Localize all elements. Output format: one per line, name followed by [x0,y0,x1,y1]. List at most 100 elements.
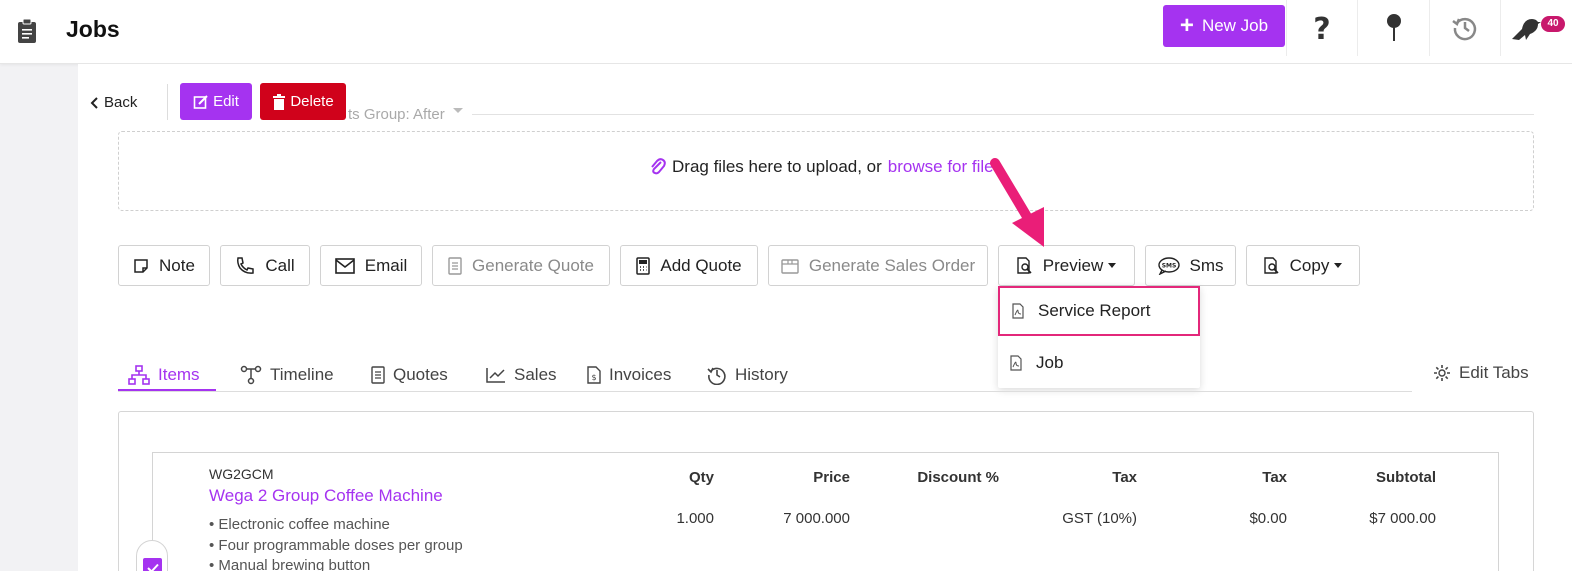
call-label: Call [265,255,295,275]
notification-badge: 40 [1541,16,1565,32]
tab-label: Invoices [609,365,672,384]
plus-icon: + [1179,12,1194,39]
item-feature: • Manual brewing button [209,557,371,571]
divider [1500,0,1501,56]
hierarchy-icon [128,365,150,385]
item-code: WG2GCM [209,466,274,482]
note-icon [134,258,148,273]
email-button[interactable]: Email [320,245,422,286]
svg-text:$: $ [591,373,596,382]
tab-label: Items [158,365,200,384]
back-link[interactable]: Back [90,94,137,111]
caret-down-icon [1334,263,1343,268]
menu-item-label: Job [1036,353,1064,372]
col-header-qty: Qty [688,469,714,486]
help-icon[interactable]: ? [1302,8,1342,48]
item-feature: • Four programmable doses per group [209,537,463,554]
divider [1429,0,1430,56]
annotation-arrow-icon [990,158,1044,247]
caret-down-icon [1108,263,1117,268]
item-tax-amount: $0.00 [1249,510,1287,527]
gear-icon [1434,365,1450,381]
copy-button[interactable]: Copy [1246,245,1360,286]
trash-icon [273,93,286,110]
envelope-icon [334,257,355,274]
sms-label: Sms [1189,255,1224,275]
divider [1286,0,1287,56]
divider [167,84,168,120]
generate-sales-order-button[interactable]: Generate Sales Order [768,245,988,286]
delete-label: Delete [290,93,334,110]
tab-invoices[interactable]: $ Invoices [587,360,671,390]
tab-quotes[interactable]: Quotes [371,360,448,390]
back-label: Back [104,94,138,111]
item-name-link[interactable]: Wega 2 Group Coffee Machine [209,486,443,506]
svg-text:?: ? [1313,13,1330,43]
divider [472,114,1534,115]
add-quote-label: Add Quote [660,255,742,275]
item-checkbox[interactable] [143,558,162,571]
tab-sales[interactable]: Sales [486,360,557,390]
generate-quote-button[interactable]: Generate Quote [432,245,610,286]
col-header-subtotal: Subtotal [1376,469,1436,486]
pdf-icon [1012,303,1024,319]
item-feature: • Electronic coffee machine [209,516,390,533]
new-job-button[interactable]: + New Job [1163,5,1285,47]
edit-icon [193,94,208,109]
page-title: Jobs [66,16,120,42]
menu-item-job[interactable]: Job [998,338,1200,388]
call-button[interactable]: Call [220,245,310,286]
tab-timeline[interactable]: Timeline [240,360,334,390]
tab-label: Timeline [270,365,334,384]
menu-item-label: Service Report [1038,301,1151,320]
invoice-icon: $ [587,366,601,384]
pin-icon[interactable] [1374,8,1414,48]
paperclip-icon [651,158,666,175]
new-job-label: New Job [1201,16,1269,35]
bird-icon[interactable] [1505,8,1545,48]
col-header-price: Price [813,469,850,486]
copy-label: Copy [1289,255,1330,275]
tab-items[interactable]: Items [128,360,200,390]
generate-sales-order-label: Generate Sales Order [808,255,976,275]
sms-button[interactable]: SMS Sms [1145,245,1236,286]
timeline-icon [240,365,262,385]
pdf-icon [1010,355,1022,371]
background-field-label: ts Group: After [348,106,445,123]
item-tax-code: GST (10%) [1062,510,1137,527]
document-icon [448,256,462,275]
divider [118,391,1412,392]
top-bar: Jobs + New Job ? 40 [0,0,1572,64]
add-quote-button[interactable]: Add Quote [620,245,758,286]
delete-button[interactable]: Delete [260,83,346,120]
history-icon [707,367,726,385]
copy-icon [1263,256,1279,274]
generate-quote-label: Generate Quote [472,255,594,275]
col-header-tax-code: Tax [1112,469,1137,486]
edit-button[interactable]: Edit [180,83,252,120]
history-icon[interactable] [1445,8,1485,48]
preview-dropdown-menu: Service Report Job [998,286,1200,388]
item-qty: 1.000 [676,510,714,527]
phone-icon [237,256,255,274]
menu-item-service-report[interactable]: Service Report [998,286,1200,336]
note-label: Note [159,255,195,275]
tab-history[interactable]: History [707,360,788,390]
checkmark-icon [146,563,159,571]
chart-line-icon [486,368,505,383]
tab-label: Quotes [393,365,448,384]
tab-label: Sales [514,365,557,384]
note-button[interactable]: Note [118,245,210,286]
clipboard-icon[interactable] [16,18,38,44]
divider [1357,0,1358,56]
edit-tabs-label: Edit Tabs [1459,363,1529,382]
dropzone-text: Drag files here to upload, or browse for… [650,157,1002,177]
tab-label: History [735,365,788,384]
edit-label: Edit [213,93,239,110]
email-label: Email [364,255,408,275]
chevron-left-icon [90,96,98,109]
edit-tabs-button[interactable]: Edit Tabs [1433,363,1529,383]
document-icon [371,366,385,384]
dropzone-label: Drag files here to upload, or [672,157,882,176]
calculator-icon [636,256,651,275]
